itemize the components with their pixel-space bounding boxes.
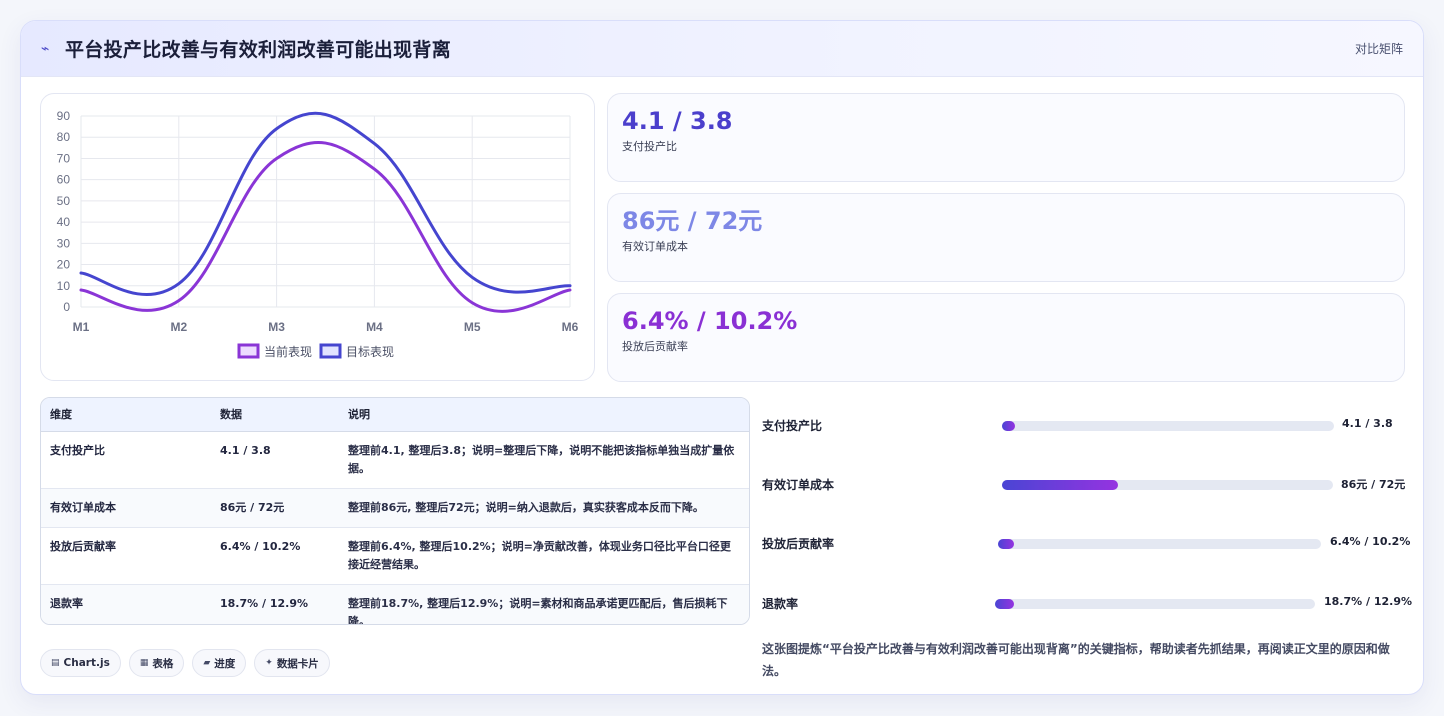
table-cell: 支付投产比	[41, 431, 211, 489]
table-cell: 4.1 / 3.8	[211, 431, 339, 489]
line-chart-card: 0 10 20 30 40 50 60 70 80 90 M1 M2 M3 M4 M5 M6 当前表现 目标表现	[40, 93, 595, 381]
x-tick-label: M4	[366, 320, 383, 334]
tag-chartjs[interactable]: ▤ Chart.js	[40, 649, 121, 677]
y-tick-label: 40	[57, 215, 71, 229]
table-cell: 有效订单成本	[41, 488, 211, 528]
table-cell: 整理前86元, 整理后72元；说明=纳入退款后，真实获客成本反而下降。	[339, 488, 749, 528]
line-chart: 0 10 20 30 40 50 60 70 80 90 M1 M2 M3 M4 M5 M6 当前表现 目标表现	[57, 109, 579, 359]
progress-icon: ▰	[203, 658, 211, 668]
metric-label: 投放后贡献率	[622, 340, 688, 353]
progress-row-order-cost: 有效订单成本 86元 / 72元	[762, 474, 1412, 494]
table-icon: ▦	[139, 658, 149, 668]
table-cell: 整理前6.4%, 整理后10.2%；说明=净贡献改善，体现业务口径比平台口径更接…	[339, 527, 749, 585]
x-tick-label: M5	[464, 320, 481, 334]
progress-track	[995, 599, 1315, 609]
y-tick-label: 50	[57, 194, 71, 208]
progress-track	[1002, 421, 1334, 431]
metric-value: 86元 / 72元	[622, 207, 763, 235]
tag-label: 数据卡片	[276, 657, 319, 670]
x-tick-label: M2	[170, 320, 187, 334]
card-icon: ✦	[265, 658, 273, 668]
legend-label: 目标表现	[346, 345, 394, 359]
report-card: ⌁ 平台投产比改善与有效利润改善可能出现背离 对比矩阵 0 10 20 30 40 50 6…	[20, 20, 1424, 695]
series-line	[79, 111, 572, 296]
table-row: 支付投产比 4.1 / 3.8 整理前4.1, 整理后3.8；说明=整理后下降，…	[41, 431, 749, 489]
y-tick-label: 70	[57, 151, 71, 165]
x-tick-label: M3	[268, 320, 285, 334]
chart-icon: ▤	[51, 658, 60, 668]
x-tick-label: M1	[73, 320, 90, 334]
y-tick-label: 0	[63, 300, 70, 314]
table-header-row: 维度 数据 说明	[41, 398, 749, 432]
metric-card-order-cost: 86元 / 72元 有效订单成本	[607, 193, 1405, 282]
metric-value: 6.4% / 10.2%	[622, 307, 798, 335]
progress-label: 有效订单成本	[762, 478, 835, 492]
table-cell: 6.4% / 10.2%	[211, 527, 339, 585]
progress-value: 4.1 / 3.8	[1342, 417, 1393, 430]
metric-label: 有效订单成本	[622, 240, 688, 253]
progress-value: 6.4% / 10.2%	[1330, 535, 1411, 548]
progress-row-refund: 退款率 18.7% / 12.9%	[762, 593, 1412, 613]
table-cell: 整理前18.7%, 整理后12.9%；说明=素材和商品承诺更匹配后，售后损耗下降…	[339, 584, 749, 624]
table-row: 投放后贡献率 6.4% / 10.2% 整理前6.4%, 整理后10.2%；说明…	[41, 527, 749, 585]
data-table-wrap: 维度 数据 说明 支付投产比 4.1 / 3.8 整理前4.1, 整理后3.8；…	[40, 397, 750, 625]
table-cell: 退款率	[41, 584, 211, 624]
card-header: ⌁ 平台投产比改善与有效利润改善可能出现背离 对比矩阵	[21, 21, 1423, 77]
tag-list: ▤ Chart.js ▦ 表格 ▰ 进度 ✦ 数据卡片	[40, 649, 330, 677]
table-cell: 投放后贡献率	[41, 527, 211, 585]
table-cell: 整理前4.1, 整理后3.8；说明=整理后下降，说明不能把该指标单独当成扩量依据…	[339, 431, 749, 489]
column-header: 数据	[211, 398, 339, 432]
legend-swatch	[319, 343, 342, 359]
tag-label: 进度	[214, 657, 236, 670]
compare-matrix-link[interactable]: 对比矩阵	[1355, 40, 1403, 57]
progress-label: 投放后贡献率	[762, 537, 835, 551]
tag-label: 表格	[152, 657, 174, 670]
legend-swatch	[237, 343, 260, 359]
y-tick-label: 60	[57, 173, 71, 187]
column-header: 维度	[41, 398, 211, 432]
progress-value: 86元 / 72元	[1341, 478, 1406, 491]
table-row: 退款率 18.7% / 12.9% 整理前18.7%, 整理后12.9%；说明=…	[41, 584, 749, 624]
progress-fill	[1002, 480, 1118, 490]
tag-data-card[interactable]: ✦ 数据卡片	[254, 649, 330, 677]
page-title: 平台投产比改善与有效利润改善可能出现背离	[65, 39, 452, 61]
trend-line-icon: ⌁	[41, 40, 50, 57]
progress-track	[1002, 480, 1333, 490]
progress-row-roi: 支付投产比 4.1 / 3.8	[762, 415, 1412, 435]
metric-card-roi: 4.1 / 3.8 支付投产比	[607, 93, 1405, 182]
x-tick-label: M6	[562, 320, 579, 334]
summary-note: 这张图提炼“平台投产比改善与有效利润改善可能出现背离”的关键指标，帮助读者先抓结…	[762, 642, 1390, 678]
metric-label: 支付投产比	[622, 140, 677, 153]
progress-row-contribution: 投放后贡献率 6.4% / 10.2%	[762, 533, 1412, 553]
table-row: 有效订单成本 86元 / 72元 整理前86元, 整理后72元；说明=纳入退款后…	[41, 488, 749, 528]
y-tick-label: 80	[57, 130, 71, 144]
tag-progress[interactable]: ▰ 进度	[192, 649, 247, 677]
metric-value: 4.1 / 3.8	[622, 107, 733, 135]
title-wrap: ⌁ 平台投产比改善与有效利润改善可能出现背离	[41, 35, 451, 62]
legend-label: 当前表现	[264, 344, 312, 359]
table-cell: 18.7% / 12.9%	[211, 584, 339, 624]
progress-fill	[995, 599, 1015, 609]
y-tick-label: 20	[57, 258, 71, 272]
column-header: 说明	[339, 398, 749, 432]
y-tick-label: 90	[57, 109, 71, 123]
y-tick-label: 30	[57, 236, 71, 250]
table-cell: 86元 / 72元	[211, 488, 339, 528]
y-tick-label: 10	[57, 279, 71, 293]
metric-card-contribution: 6.4% / 10.2% 投放后贡献率	[607, 293, 1405, 382]
progress-fill	[1002, 421, 1016, 431]
progress-value: 18.7% / 12.9%	[1324, 595, 1412, 608]
progress-label: 支付投产比	[762, 419, 823, 433]
data-table: 维度 数据 说明 支付投产比 4.1 / 3.8 整理前4.1, 整理后3.8；…	[41, 398, 749, 624]
tag-table[interactable]: ▦ 表格	[128, 649, 185, 677]
progress-fill	[998, 539, 1015, 549]
tag-label: Chart.js	[63, 657, 110, 669]
progress-track	[998, 539, 1321, 549]
progress-label: 退款率	[762, 597, 799, 611]
